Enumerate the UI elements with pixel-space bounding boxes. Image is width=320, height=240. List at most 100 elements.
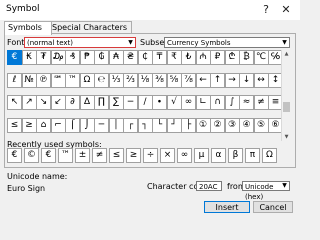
chevron-down-icon[interactable]: ▼ [280,182,289,190]
symbol-cell[interactable]: ℠ [50,72,66,88]
symbol-cell[interactable]: ⅜ [152,72,167,88]
scroll-down-icon[interactable]: ▼ [282,133,291,141]
symbol-cell[interactable]: ├ [181,117,196,133]
symbol-cell[interactable]: ₲ [94,50,109,65]
chevron-down-icon[interactable]: ▼ [280,38,289,47]
symbol-cell[interactable]: ∂ [65,95,80,110]
symbol-cell[interactable]: ℮ [94,72,109,88]
symbol-cell[interactable]: № [21,72,37,88]
symbol-cell[interactable]: ₮ [36,50,51,65]
symbol-cell[interactable]: ↖ [7,95,22,110]
recent-symbol-cell[interactable]: µ [194,148,209,163]
symbol-cell[interactable]: ≈ [239,95,254,110]
symbol-cell[interactable]: ₹ [166,50,182,65]
recent-symbol-cell[interactable]: ÷ [143,148,158,163]
symbol-cell[interactable]: ∏ [94,95,109,110]
symbol-cell[interactable]: ≤ [7,117,22,133]
recent-symbol-cell[interactable]: × [160,148,175,163]
recent-symbol-cell[interactable]: ≤ [109,148,124,163]
insert-button[interactable]: Insert [204,201,250,213]
recent-symbol-cell[interactable]: ∞ [177,148,192,163]
symbol-cell[interactable]: ↙ [50,95,66,110]
symbol-cell[interactable]: ④ [239,117,254,133]
symbol-cell[interactable]: ∆ [79,95,95,110]
symbol-cell[interactable]: ⅓ [108,72,124,88]
symbol-cell[interactable]: ← [195,72,211,88]
recent-symbol-cell[interactable]: ± [75,148,90,163]
subset-select[interactable]: Currency Symbols ▼ [164,37,290,48]
symbol-cell[interactable]: ₯ [50,50,66,65]
font-select[interactable]: (normal text) ▼ [24,37,136,48]
chevron-down-icon[interactable]: ▼ [126,38,135,47]
symbol-cell[interactable]: − [123,95,138,110]
symbol-cell[interactable]: ⌂ [36,117,51,133]
symbol-cell[interactable]: ₵ [137,50,153,65]
symbol-cell[interactable]: ∕ [137,95,153,110]
symbol-cell[interactable]: ₭ [21,50,37,65]
symbol-cell[interactable]: ℗ [36,72,51,88]
symbol-cell[interactable]: ™ [65,72,80,88]
recent-symbol-cell[interactable]: € [41,148,56,163]
recent-symbol-cell[interactable]: α [211,148,226,163]
close-icon[interactable]: ✕ [278,2,294,18]
symbol-cell[interactable]: ∩ [210,95,225,110]
symbol-cell[interactable]: ℓ [7,72,22,88]
tab-symbols[interactable]: Symbols [4,21,52,35]
scroll-thumb[interactable] [283,102,290,112]
symbol-cell[interactable]: ∟ [195,95,211,110]
recent-symbol-cell[interactable]: ≠ [92,148,107,163]
symbol-cell[interactable]: ↗ [21,95,37,110]
symbol-cell[interactable]: ⌐ [50,117,66,133]
recent-symbol-cell[interactable]: β [228,148,243,163]
symbol-cell[interactable]: € [7,50,22,65]
symbol-cell[interactable]: ∫ [224,95,240,110]
symbol-cell[interactable]: ₾ [224,50,240,65]
symbol-cell[interactable]: ⅛ [137,72,153,88]
symbol-cell[interactable]: ₳ [108,50,124,65]
symbol-cell[interactable]: ⅔ [123,72,138,88]
symbol-cell[interactable]: └ [152,117,167,133]
recent-symbol-cell[interactable]: ™ [58,148,73,163]
symbol-cell[interactable]: ℃ [253,50,269,65]
symbol-cell[interactable]: ① [195,117,211,133]
symbol-cell[interactable]: ≥ [21,117,37,133]
symbol-cell[interactable]: ┌ [123,117,138,133]
symbol-cell[interactable]: ₿ [239,50,254,65]
symbol-cell[interactable]: ₱ [79,50,95,65]
symbol-cell[interactable]: ₼ [195,50,211,65]
symbol-cell[interactable]: ⌠ [65,117,80,133]
symbol-cell[interactable]: ₸ [152,50,167,65]
symbol-cell[interactable]: ③ [224,117,240,133]
cancel-button[interactable]: Cancel [253,201,293,213]
recent-symbol-cell[interactable]: π [245,148,260,163]
symbol-cell[interactable]: ⅞ [181,72,196,88]
recent-symbol-cell[interactable]: € [7,148,22,163]
symbol-cell[interactable]: ⑤ [253,117,269,133]
symbol-cell[interactable]: ─ [94,117,109,133]
symbol-cell[interactable]: ┘ [166,117,182,133]
from-select[interactable]: Unicode (hex) ▼ [242,181,290,201]
recent-symbol-cell[interactable]: © [24,148,39,163]
symbol-cell[interactable]: ↘ [36,95,51,110]
character-code-input[interactable]: 20AC [196,181,222,191]
symbol-cell[interactable]: → [224,72,240,88]
symbol-cell[interactable]: ⌡ [79,117,95,133]
symbol-cell[interactable]: │ [108,117,124,133]
symbol-cell[interactable]: ② [210,117,225,133]
help-icon[interactable]: ? [258,2,274,18]
symbol-cell[interactable]: √ [166,95,182,110]
symbol-cell[interactable]: ↓ [239,72,254,88]
recent-symbol-cell[interactable]: Ω [262,148,277,163]
symbol-cell[interactable]: ┐ [137,117,153,133]
symbol-cell[interactable]: ∙ [152,95,167,110]
grid-scrollbar[interactable]: ▲ ▼ [281,50,291,141]
recent-symbol-cell[interactable]: ≥ [126,148,141,163]
scroll-up-icon[interactable]: ▲ [282,50,291,58]
symbol-cell[interactable]: ₽ [210,50,225,65]
symbol-cell[interactable]: ↑ [210,72,225,88]
symbol-cell[interactable]: ₰ [65,50,80,65]
symbol-cell[interactable]: ∑ [108,95,124,110]
symbol-cell[interactable]: ₺ [181,50,196,65]
symbol-cell[interactable]: ₴ [123,50,138,65]
symbol-cell[interactable]: ⅝ [166,72,182,88]
